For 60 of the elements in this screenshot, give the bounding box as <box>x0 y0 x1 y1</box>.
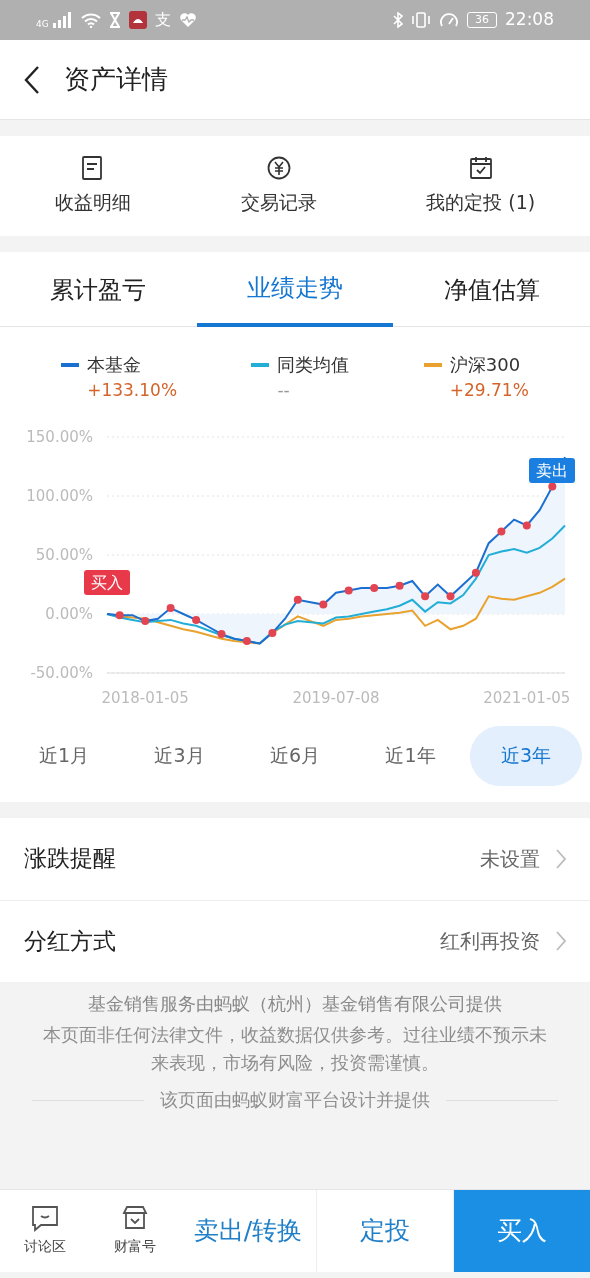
period-button[interactable]: 近6月 <box>239 725 351 786</box>
y-tick-label: 50.00% <box>35 545 93 564</box>
provider-note: 基金销售服务由蚂蚁（杭州）基金销售有限公司提供 <box>87 991 503 1016</box>
signal-icon <box>50 12 73 28</box>
tabbar-button[interactable]: 讨论区 <box>0 1189 90 1272</box>
annotation-tag: 买入 <box>84 569 130 595</box>
action-button[interactable]: 收益明细 <box>0 149 186 223</box>
tabbar-button[interactable]: 财富号 <box>90 1189 180 1272</box>
setting-label: 分红方式 <box>24 926 116 956</box>
period-button[interactable]: 近1年 <box>354 725 467 786</box>
y-tick-label: 0.00% <box>45 604 93 623</box>
network-label: 4G <box>36 18 49 31</box>
legend-label: 同类均值 <box>277 353 350 377</box>
store-icon <box>121 1204 149 1232</box>
y-tick-label: 150.00% <box>26 427 93 446</box>
vibrate-icon <box>411 12 431 28</box>
heart-icon <box>178 12 197 28</box>
legend-label: 沪深300 <box>449 353 521 377</box>
bluetooth-icon <box>393 12 403 28</box>
app-glyph: 支 <box>154 9 171 31</box>
tab[interactable]: 业绩走势 <box>196 252 394 327</box>
period-button[interactable]: 近3月 <box>123 725 236 786</box>
legend-value: -- <box>277 379 291 402</box>
period-button[interactable]: 近3年 <box>470 725 582 786</box>
list-icon <box>80 155 105 180</box>
wifi-icon <box>80 12 101 28</box>
y-tick-label: 100.00% <box>26 486 93 505</box>
tab[interactable]: 净值估算 <box>393 252 590 327</box>
x-tick-label: 2018-01-05 <box>101 688 189 707</box>
action-button[interactable]: 交易记录 <box>185 149 372 223</box>
hourglass-icon <box>108 12 121 28</box>
setting-value[interactable]: 未设置 <box>480 843 540 874</box>
buy-button[interactable]: 买入 <box>454 1189 590 1272</box>
x-tick-label: 2019-07-08 <box>292 688 380 707</box>
back-icon[interactable] <box>24 64 40 95</box>
tab[interactable]: 累计盈亏 <box>0 252 197 327</box>
annotation: 卖出 <box>536 460 568 480</box>
clock-time: 22:08 <box>505 8 554 32</box>
platform-note: 该页面由蚂蚁财富平台设计并提供 <box>160 1088 430 1113</box>
calendar-icon <box>468 155 493 180</box>
period-button[interactable]: 近1月 <box>8 725 120 786</box>
setting-value[interactable]: 红利再投资 <box>440 926 540 956</box>
disclaimer-text: 本页面非任何法律文件，收益数据仅供参考。过往业绩不预示未来表现，市场有风险，投资需谨慎。 <box>42 1022 548 1076</box>
battery-indicator: 36 <box>467 12 497 28</box>
annotation: 买入 <box>91 572 123 592</box>
y-tick-label: -50.00% <box>30 663 93 682</box>
legend-value: +29.71% <box>449 379 529 402</box>
action-button[interactable]: 我的定投 (1) <box>371 149 590 223</box>
setting-label: 涨跌提醒 <box>24 844 116 874</box>
x-tick-label: 2021-01-05 <box>483 688 571 707</box>
yuan-icon <box>266 155 291 180</box>
app-icon <box>128 11 147 29</box>
legend-value: +133.10% <box>87 379 178 402</box>
speedometer-icon <box>439 12 459 28</box>
page-title: 资产详情 <box>64 63 168 96</box>
chat-icon <box>31 1204 59 1232</box>
annotation-tag: 卖出 <box>529 457 575 483</box>
chevron-right-icon <box>556 931 566 951</box>
chevron-right-icon <box>556 848 566 869</box>
legend-label: 本基金 <box>87 353 142 377</box>
